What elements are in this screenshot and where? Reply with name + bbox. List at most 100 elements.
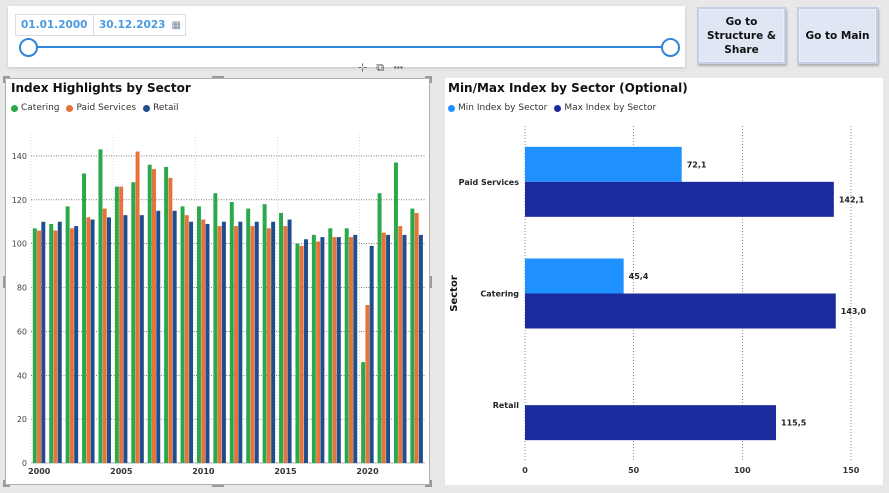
focus-mode-icon[interactable]: ⧉ [376, 61, 384, 75]
min-max-index-panel: Min/Max Index by Sector (Optional) Min I… [445, 78, 883, 485]
bar-retail [254, 221, 259, 463]
bar-paid-services [381, 232, 386, 463]
date-slider-start-handle[interactable] [19, 38, 38, 57]
x-tick-label: 2000 [28, 467, 51, 476]
bar-catering [377, 193, 382, 463]
bar-paid-services [201, 219, 206, 463]
bar-retail [189, 221, 194, 463]
bar-paid-services [398, 226, 403, 463]
category-label: Retail [493, 401, 520, 410]
bar-catering [213, 193, 218, 463]
start-date-value: 01.01.2000 [21, 19, 88, 31]
bar-paid-services [299, 245, 304, 463]
category-label: Paid Services [459, 178, 520, 187]
y-axis-title: Sector [449, 275, 460, 312]
resize-handle[interactable] [430, 76, 432, 83]
y-tick-label: 20 [17, 415, 27, 424]
bar-retail [57, 221, 62, 463]
x-tick-label: 2020 [356, 467, 379, 476]
data-label: 142,1 [839, 195, 865, 204]
bar-paid-services [217, 226, 222, 463]
bar-catering [279, 212, 284, 463]
x-tick-label: 150 [843, 466, 860, 475]
bar-retail [271, 221, 276, 463]
bar-retail [123, 215, 128, 463]
date-slider-track[interactable] [27, 46, 677, 48]
bar-max-index [525, 181, 834, 217]
y-tick-label: 100 [12, 240, 27, 249]
bar-retail [107, 217, 111, 463]
bar-paid-services [53, 230, 58, 463]
bar-paid-services [168, 177, 173, 463]
go-to-main-button[interactable]: Go to Main [797, 7, 878, 64]
bar-catering [229, 201, 234, 463]
calendar-icon[interactable]: ▦ [171, 16, 180, 36]
bar-retail [139, 215, 144, 463]
visual-header: ⊹ ⧉ ··· [358, 61, 404, 75]
filter-icon[interactable]: ⊹ [358, 61, 367, 75]
bar-paid-services [135, 151, 140, 463]
bar-retail [287, 219, 292, 463]
bar-paid-services [266, 228, 271, 463]
category-label: Catering [480, 290, 519, 299]
resize-handle[interactable] [3, 480, 5, 487]
bar-retail [304, 239, 308, 463]
data-label: 72,1 [687, 160, 707, 169]
bar-retail [41, 221, 46, 463]
date-slider-end-handle[interactable] [661, 38, 680, 57]
data-label: 115,5 [781, 419, 807, 428]
resize-handle[interactable] [430, 276, 432, 288]
go-to-structure-share-button[interactable]: Go to Structure & Share [697, 7, 786, 64]
resize-handle[interactable] [430, 480, 432, 487]
bar-paid-services [86, 217, 91, 463]
data-label: 45,4 [629, 272, 649, 281]
y-tick-label: 0 [22, 459, 27, 468]
resize-handle[interactable] [212, 485, 224, 487]
more-options-icon[interactable]: ··· [393, 61, 404, 75]
bar-retail [221, 221, 226, 463]
go-to-main-label: Go to Main [805, 29, 870, 42]
bar-paid-services [69, 228, 74, 463]
bar-catering [196, 206, 201, 463]
bar-catering [32, 228, 37, 463]
y-tick-label: 40 [17, 371, 27, 380]
bar-paid-services [414, 212, 419, 463]
bar-catering [147, 164, 152, 463]
y-tick-label: 120 [12, 196, 27, 205]
bar-retail [418, 234, 423, 463]
index-highlights-panel: Index Highlights by Sector Catering Paid… [5, 78, 430, 485]
bar-catering [361, 362, 366, 463]
bar-retail [90, 219, 95, 463]
date-range-slicer: 01.01.2000 ▦ 30.12.2023 ▦ [8, 6, 685, 67]
bar-retail [320, 237, 325, 463]
end-date-value: 30.12.2023 [99, 19, 166, 31]
bar-paid-services [37, 230, 42, 463]
bar-catering [114, 186, 119, 463]
bar-paid-services [316, 241, 321, 463]
bar-retail [353, 234, 358, 463]
x-tick-label: 50 [628, 466, 640, 475]
y-tick-label: 80 [17, 284, 27, 293]
bar-catering [393, 162, 398, 463]
min-max-index-chart: 0 50 100 150 Sector Paid Services 72,1 142,1 Cat… [449, 126, 867, 475]
bar-paid-services [102, 208, 107, 463]
bar-catering [311, 234, 316, 463]
end-date-input[interactable]: 30.12.2023 ▦ [93, 14, 186, 36]
bar-catering [344, 228, 349, 463]
resize-handle[interactable] [3, 76, 5, 83]
bar-catering [131, 182, 136, 463]
bar-min-index [525, 146, 682, 182]
x-tick-label: 2010 [192, 467, 215, 476]
resize-handle[interactable] [3, 276, 5, 288]
bar-catering [98, 149, 103, 463]
bar-paid-services [332, 237, 337, 463]
bar-retail [172, 210, 177, 463]
bar-catering [180, 206, 185, 463]
resize-handle[interactable] [212, 76, 224, 78]
x-tick-label: 0 [522, 466, 528, 475]
bar-paid-services [283, 226, 288, 463]
bar-catering [65, 206, 70, 463]
bar-retail [369, 245, 374, 463]
bar-retail [386, 234, 391, 463]
bar-min-index [525, 258, 624, 294]
